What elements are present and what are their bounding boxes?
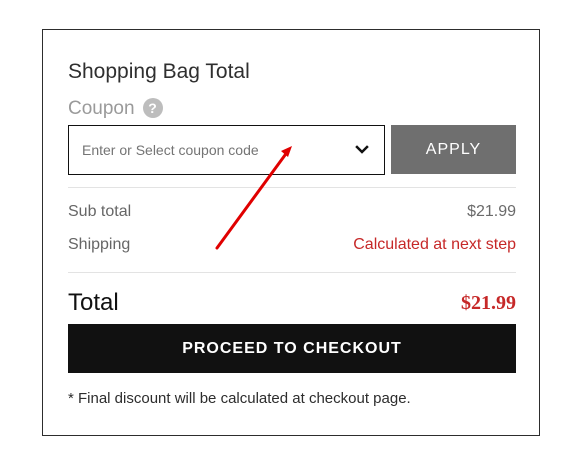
coupon-divider [68, 187, 516, 188]
total-row: Total $21.99 [68, 291, 516, 315]
checkout-discount-note: * Final discount will be calculated at c… [68, 390, 411, 407]
coupon-label: Coupon [68, 97, 135, 119]
summary-divider [68, 272, 516, 273]
subtotal-label: Sub total [68, 203, 132, 220]
total-label: Total [68, 289, 119, 316]
chevron-down-icon[interactable] [354, 144, 370, 156]
total-value: $21.99 [461, 292, 516, 314]
chevron-down-icon-shape [355, 145, 369, 154]
shipping-value: Calculated at next step [353, 236, 516, 253]
subtotal-row: Sub total $21.99 [68, 203, 516, 221]
shopping-bag-panel [42, 29, 540, 436]
subtotal-value: $21.99 [467, 203, 516, 220]
coupon-row: Coupon ? [68, 96, 163, 120]
shopping-bag-title: Shopping Bag Total [68, 60, 250, 83]
coupon-code-placeholder: Enter or Select coupon code [82, 142, 259, 158]
shipping-label: Shipping [68, 236, 131, 253]
shipping-row: Shipping Calculated at next step [68, 236, 516, 254]
question-mark-icon[interactable]: ? [142, 98, 163, 118]
proceed-to-checkout-button[interactable]: PROCEED TO CHECKOUT [68, 324, 516, 373]
coupon-code-select[interactable]: Enter or Select coupon code [68, 125, 385, 175]
apply-coupon-button[interactable]: APPLY [391, 125, 516, 174]
